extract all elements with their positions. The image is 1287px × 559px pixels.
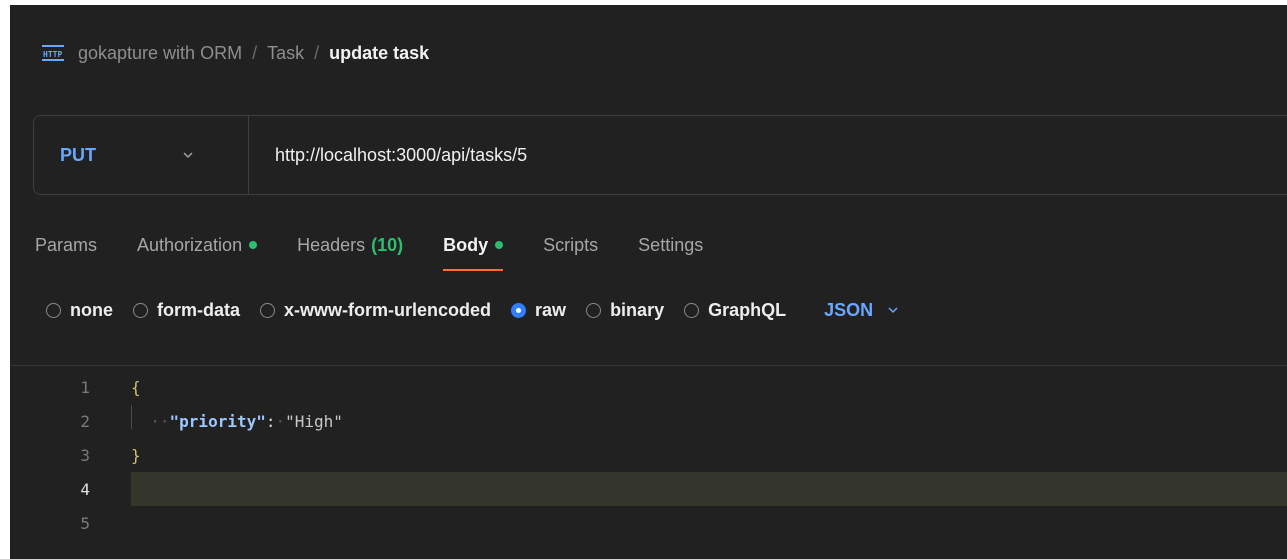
language-label: JSON <box>824 299 874 320</box>
tab-label: Scripts <box>543 234 599 255</box>
radio-label: form-data <box>157 299 241 320</box>
radio-none[interactable]: none <box>46 300 113 321</box>
radio-raw[interactable]: raw <box>511 300 566 321</box>
radio-unchecked-icon <box>260 302 276 318</box>
indent-guide <box>131 405 132 429</box>
json-colon: : <box>265 411 276 431</box>
radio-label: raw <box>535 299 567 320</box>
code-text: } <box>131 445 141 465</box>
method-label: PUT <box>60 144 96 165</box>
tab-label: Body <box>443 234 489 255</box>
radio-unchecked-icon <box>586 302 602 318</box>
language-select[interactable]: JSON <box>824 300 899 321</box>
radio-form-data[interactable]: form-data <box>133 300 240 321</box>
code-text: { <box>131 377 141 397</box>
url-input[interactable]: http://localhost:3000/api/tasks/5 <box>249 116 1287 194</box>
breadcrumb-collection[interactable]: gokapture with ORM <box>78 43 242 64</box>
tab-settings[interactable]: Settings <box>638 229 703 261</box>
radio-binary[interactable]: binary <box>586 300 664 321</box>
editor-line: 3 } <box>10 438 1287 472</box>
breadcrumb-separator: / <box>252 42 258 63</box>
http-icon: HTTP <box>42 45 64 61</box>
tab-authorization[interactable]: Authorization <box>137 229 258 261</box>
code-editor[interactable]: 1 { 2 ·· "priority" : · "High" 3 } 4 5 <box>10 365 1287 559</box>
status-dot-icon <box>249 241 258 249</box>
line-number: 1 <box>80 377 90 397</box>
request-bar: PUT http://localhost:3000/api/tasks/5 <box>33 115 1287 195</box>
tab-label: Headers <box>297 234 366 255</box>
breadcrumb-folder[interactable]: Task <box>267 43 304 64</box>
breadcrumb-separator: / <box>314 42 320 63</box>
radio-graphql[interactable]: GraphQL <box>684 300 786 321</box>
json-key: "priority" <box>169 411 266 431</box>
radio-unchecked-icon <box>133 302 148 318</box>
tab-body[interactable]: Body <box>443 229 504 271</box>
request-editor-window: HTTP gokapture with ORM / Task / update … <box>10 5 1287 559</box>
radio-unchecked-icon <box>46 302 61 318</box>
svg-text:HTTP: HTTP <box>43 50 62 59</box>
status-dot-icon <box>495 241 504 249</box>
radio-label: none <box>70 299 113 320</box>
whitespace-marker: · <box>275 411 286 431</box>
radio-label: x-www-form-urlencoded <box>284 299 492 320</box>
editor-line: 5 <box>10 506 1287 540</box>
headers-count-badge: (10) <box>371 234 404 255</box>
line-number: 3 <box>80 445 90 465</box>
editor-line-current: 4 <box>10 472 1287 506</box>
tab-scripts[interactable]: Scripts <box>543 229 598 261</box>
chevron-down-icon <box>888 307 898 314</box>
tab-headers[interactable]: Headers (10) <box>297 229 403 261</box>
editor-line: 2 ·· "priority" : · "High" <box>10 404 1287 438</box>
request-tabs: Params Authorization Headers (10) Body S… <box>35 229 743 271</box>
chevron-down-icon <box>183 152 193 159</box>
radio-x-www-form-urlencoded[interactable]: x-www-form-urlencoded <box>260 300 491 321</box>
line-number: 2 <box>80 411 90 431</box>
tab-params[interactable]: Params <box>35 229 97 261</box>
radio-checked-icon <box>511 302 527 318</box>
line-number: 5 <box>80 513 90 533</box>
tab-label: Authorization <box>137 234 243 255</box>
radio-unchecked-icon <box>684 302 700 318</box>
editor-line: 1 { <box>10 370 1287 404</box>
json-value: "High" <box>285 411 343 431</box>
method-select[interactable]: PUT <box>34 116 249 194</box>
radio-label: GraphQL <box>708 299 787 320</box>
radio-label: binary <box>610 299 665 320</box>
tab-label: Settings <box>638 234 704 255</box>
line-number: 4 <box>80 479 90 499</box>
breadcrumb: HTTP gokapture with ORM / Task / update … <box>42 41 429 65</box>
breadcrumb-request-name[interactable]: update task <box>329 43 429 64</box>
body-type-options: none form-data x-www-form-urlencoded raw… <box>46 295 899 325</box>
whitespace-marker: ·· <box>131 411 170 431</box>
tab-label: Params <box>35 234 98 255</box>
